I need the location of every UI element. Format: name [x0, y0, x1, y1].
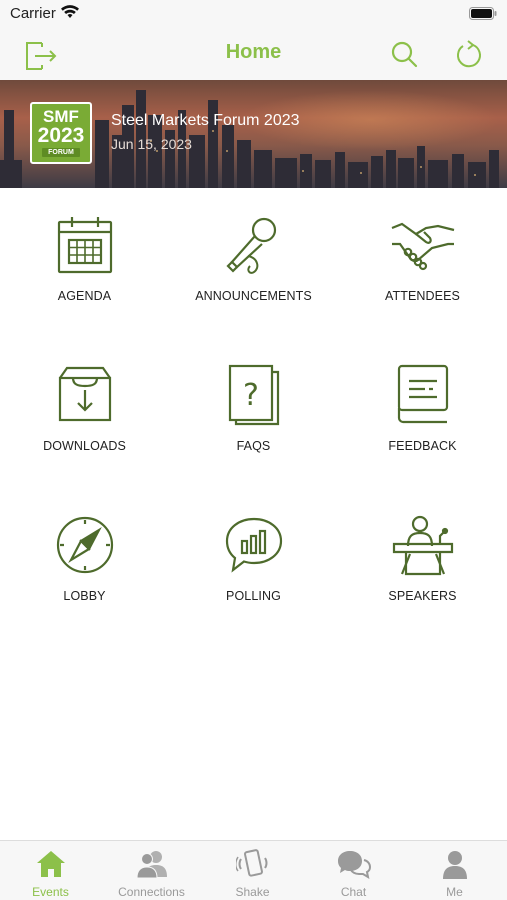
compass-icon — [56, 516, 113, 574]
tab-shake-label: Shake — [235, 885, 270, 899]
wifi-icon — [61, 5, 79, 18]
navigation-bar: Home — [0, 28, 507, 80]
faqs-tile[interactable]: ? FAQS — [169, 338, 338, 488]
faqs-label: FAQS — [236, 439, 271, 453]
tab-chat-label: Chat — [340, 885, 367, 899]
polling-label: POLLING — [226, 589, 281, 603]
event-logo: SMF 2023 FORUM — [30, 102, 92, 164]
tab-connections-label: Connections — [118, 885, 185, 899]
announcements-label: ANNOUNCEMENTS — [195, 289, 312, 303]
attendees-tile[interactable]: ATTENDEES — [338, 188, 507, 338]
chat-bubbles-icon — [337, 851, 371, 879]
speakers-tile[interactable]: SPEAKERS — [338, 488, 507, 638]
phone-shake-icon — [235, 849, 267, 877]
microphone-icon — [225, 217, 276, 274]
refresh-button[interactable] — [451, 36, 487, 72]
home-icon — [36, 851, 65, 877]
lobby-label: LOBBY — [63, 589, 106, 603]
podium-speaker-icon — [392, 515, 453, 576]
feedback-book-icon — [397, 364, 448, 424]
speakers-label: SPEAKERS — [388, 589, 457, 603]
battery-icon — [469, 7, 497, 20]
svg-text:?: ? — [243, 378, 259, 413]
event-banner[interactable]: SMF 2023 FORUM Steel Markets Forum 2023 … — [0, 80, 507, 188]
feedback-label: FEEDBACK — [388, 439, 457, 453]
event-date: Jun 15, 2023 — [111, 136, 192, 152]
question-document-icon: ? — [228, 364, 279, 426]
polling-tile[interactable]: POLLING — [169, 488, 338, 638]
poll-chat-icon — [225, 517, 282, 573]
tab-chat[interactable]: Chat — [303, 841, 404, 900]
tab-me[interactable]: Me — [404, 841, 505, 900]
logo-text-smf: SMF — [43, 107, 79, 126]
tab-bar: Events Connections Shake Chat Me — [0, 840, 507, 900]
people-icon — [135, 851, 167, 879]
tab-shake[interactable]: Shake — [202, 841, 303, 900]
tab-events-label: Events — [32, 885, 69, 899]
feedback-tile[interactable]: FEEDBACK — [338, 338, 507, 488]
logo-text-year: 2023 — [37, 124, 85, 147]
download-box-icon — [58, 366, 111, 422]
handshake-icon — [391, 222, 454, 271]
logo-text-forum: FORUM — [42, 148, 80, 157]
person-icon — [442, 851, 467, 879]
agenda-tile[interactable]: AGENDA — [0, 188, 169, 338]
status-bar: Carrier — [0, 0, 507, 28]
downloads-label: DOWNLOADS — [43, 439, 126, 453]
calendar-icon — [57, 217, 112, 274]
attendees-label: ATTENDEES — [385, 289, 460, 303]
refresh-icon — [456, 40, 481, 68]
downloads-tile[interactable]: DOWNLOADS — [0, 338, 169, 488]
search-icon — [391, 41, 418, 68]
page-title: Home — [225, 41, 282, 63]
tab-me-label: Me — [446, 885, 463, 899]
lobby-tile[interactable]: LOBBY — [0, 488, 169, 638]
event-name: Steel Markets Forum 2023 — [111, 112, 300, 129]
agenda-label: AGENDA — [57, 289, 112, 303]
tab-events[interactable]: Events — [0, 841, 101, 900]
tab-connections[interactable]: Connections — [101, 841, 202, 900]
announcements-tile[interactable]: ANNOUNCEMENTS — [169, 188, 338, 338]
search-button[interactable] — [386, 36, 422, 72]
carrier-label: Carrier — [10, 5, 56, 22]
